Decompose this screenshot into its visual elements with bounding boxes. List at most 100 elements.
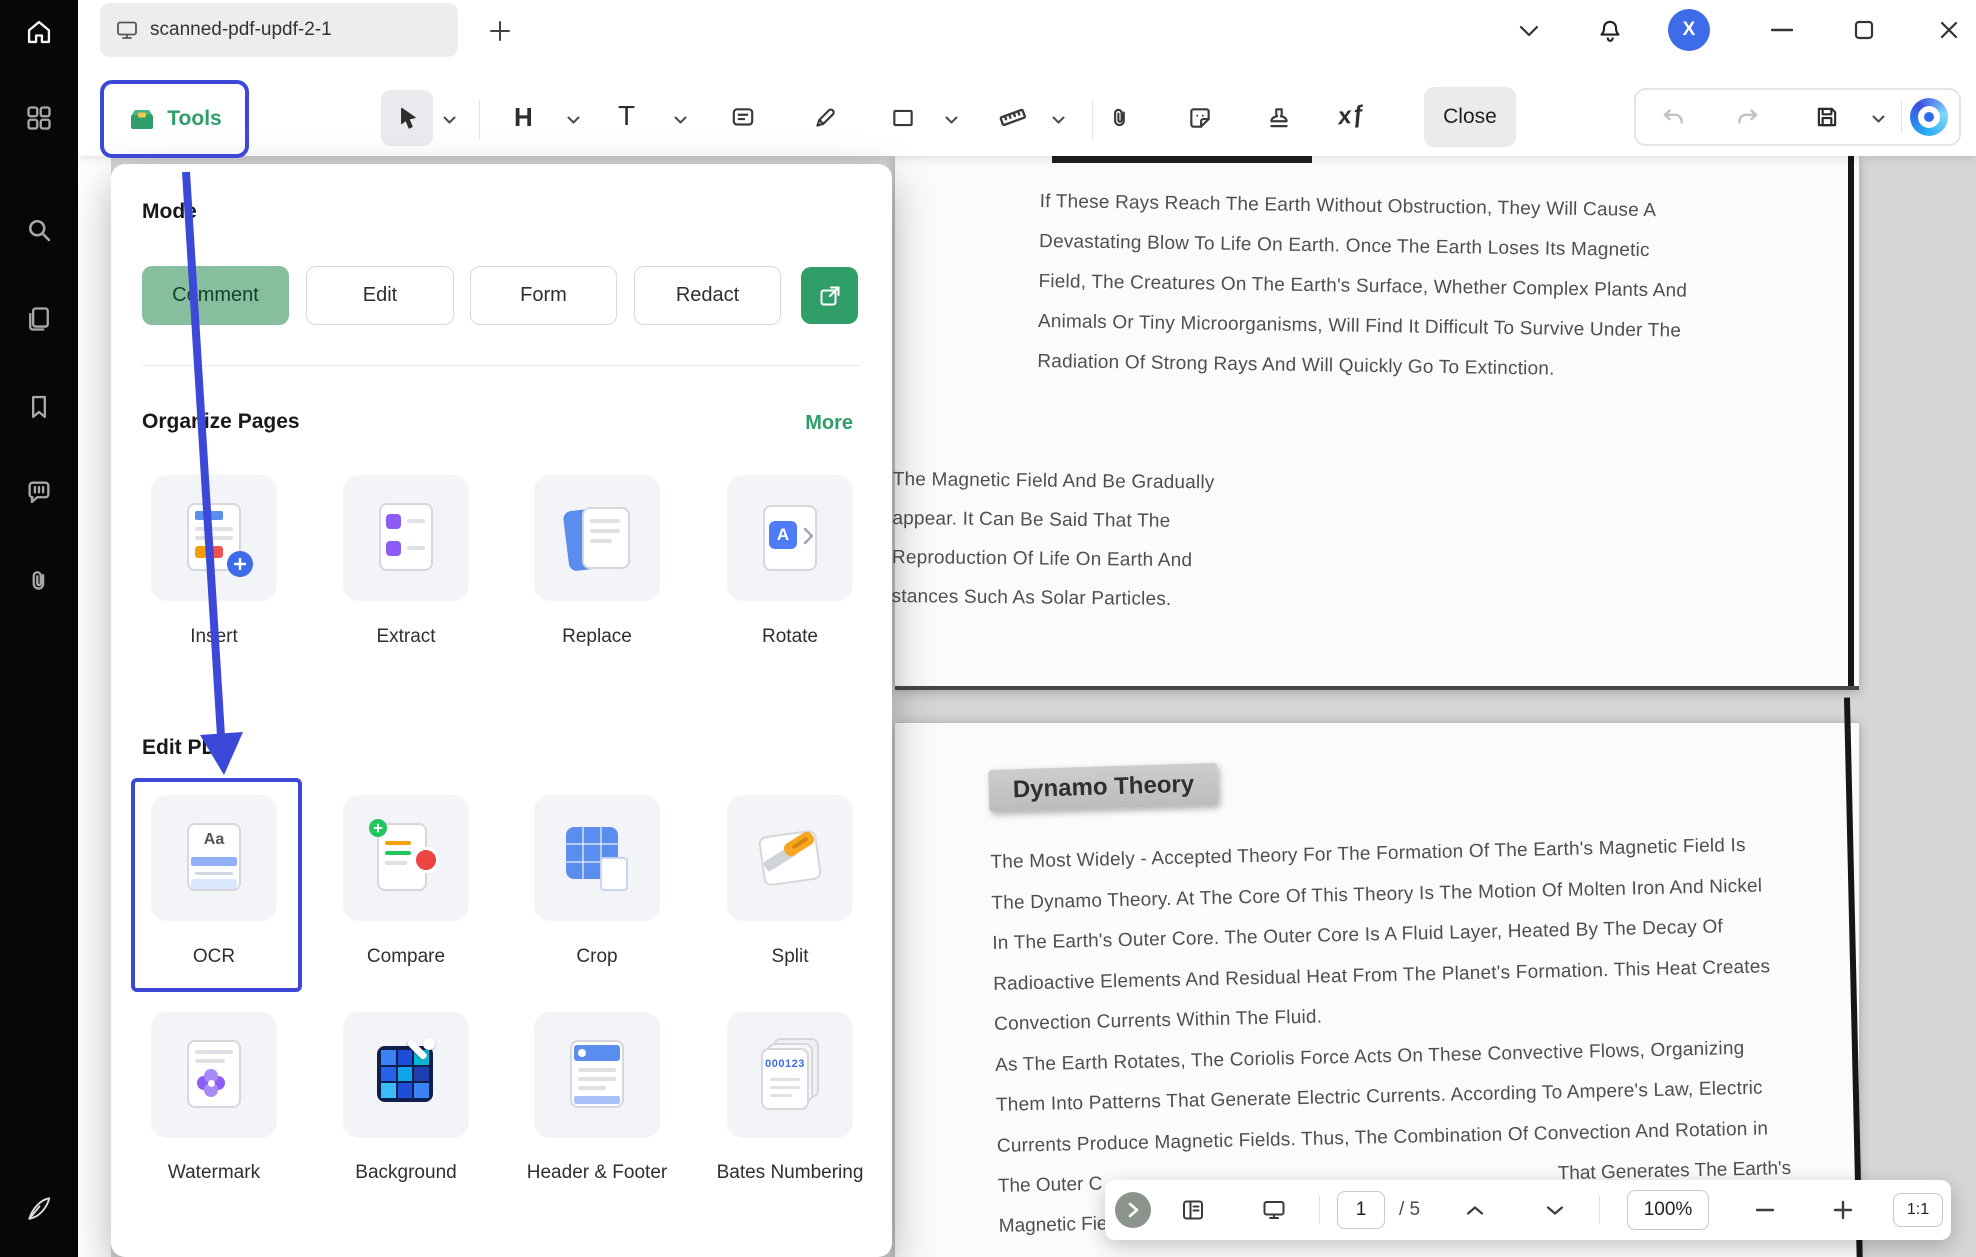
redo-icon <box>1734 104 1760 130</box>
edit-card-split[interactable] <box>727 795 853 921</box>
bates-numbering-icon: 000123 <box>751 1036 829 1114</box>
notifications-button[interactable] <box>1595 16 1625 46</box>
close-window-button[interactable] <box>1935 18 1963 42</box>
zoom-out-button[interactable] <box>1751 1200 1779 1220</box>
edit-card-compare-label: Compare <box>331 942 481 972</box>
select-tool-dropdown[interactable] <box>441 114 457 126</box>
highlight-tool-dropdown[interactable] <box>565 114 581 126</box>
next-page-button[interactable] <box>1541 1200 1569 1220</box>
expand-toolbar-button[interactable] <box>1115 1192 1151 1228</box>
sidebar-item-search[interactable] <box>0 202 78 258</box>
select-tool[interactable] <box>381 90 433 146</box>
chevron-down-icon <box>443 116 456 125</box>
chevron-down-icon <box>945 116 958 125</box>
compare-icon <box>367 819 445 897</box>
attachment-tool[interactable] <box>1105 103 1135 133</box>
actual-size-label: 1:1 <box>1907 1201 1929 1219</box>
comment-list-icon <box>25 478 53 506</box>
highlight-tool[interactable]: H <box>514 102 533 133</box>
home-icon <box>25 18 53 46</box>
tools-panel: Mode Comment Edit Form Redact Organize P… <box>111 164 892 1257</box>
save-dropdown[interactable] <box>1870 113 1886 125</box>
pencil-tool[interactable] <box>810 103 840 133</box>
text-comment-tool[interactable]: T <box>618 100 635 132</box>
left-gutter <box>78 156 111 1257</box>
sidebar-logo[interactable] <box>0 1180 78 1236</box>
text-tool-dropdown[interactable] <box>672 114 688 126</box>
ocr-sample-text: Aa <box>204 831 224 848</box>
organize-card-insert[interactable] <box>151 475 277 601</box>
edit-card-bates-numbering[interactable]: 000123 <box>727 1012 853 1138</box>
edit-card-header-footer-label: Header & Footer <box>522 1158 672 1188</box>
edit-card-watermark-label: Watermark <box>139 1158 289 1188</box>
mode-button-edit[interactable]: Edit <box>306 266 454 325</box>
tools-button[interactable]: Tools <box>106 86 243 152</box>
sidebar-item-bookmarks[interactable] <box>0 379 78 435</box>
edit-card-ocr[interactable]: Aa <box>151 795 277 921</box>
mode-button-redact[interactable]: Redact <box>634 266 781 325</box>
page-total-label: / 5 <box>1399 1180 1420 1240</box>
redo-button[interactable] <box>1732 102 1762 132</box>
sidebar-item-thumbnails[interactable] <box>0 291 78 347</box>
sidebar-item-attachments[interactable] <box>0 553 78 609</box>
organize-card-insert-label: Insert <box>139 622 289 652</box>
page-number-input[interactable]: 1 <box>1337 1191 1385 1229</box>
chevron-down-icon <box>567 116 580 125</box>
measure-tool[interactable] <box>997 102 1029 134</box>
monitor-icon <box>1262 1198 1286 1222</box>
document-tab[interactable]: scanned-pdf-updf-2-1 <box>100 3 458 57</box>
tools-icon <box>127 105 157 133</box>
ai-logo-dot <box>1924 112 1934 122</box>
zoom-level-box[interactable]: 100% <box>1627 1190 1709 1230</box>
sidebar-item-comments[interactable] <box>0 464 78 520</box>
save-button[interactable] <box>1812 102 1842 132</box>
minimize-button[interactable] <box>1767 18 1797 42</box>
edit-card-background-label: Background <box>331 1158 481 1188</box>
tab-title: scanned-pdf-updf-2-1 <box>150 19 332 41</box>
shapes-tool[interactable] <box>888 103 918 133</box>
organize-card-extract[interactable] <box>343 475 469 601</box>
edit-card-compare[interactable] <box>343 795 469 921</box>
actual-size-button[interactable]: 1:1 <box>1893 1193 1943 1227</box>
undo-button[interactable] <box>1659 102 1689 132</box>
measure-tool-dropdown[interactable] <box>1050 114 1066 126</box>
organize-card-replace[interactable] <box>534 475 660 601</box>
sidebar-item-home[interactable] <box>0 4 78 60</box>
thumbnail-view-button[interactable] <box>1179 1196 1207 1224</box>
previous-page-button[interactable] <box>1461 1200 1489 1220</box>
signature-tool[interactable]: xƒ <box>1337 101 1366 132</box>
paperclip-icon <box>25 567 53 595</box>
grid-icon <box>25 104 53 132</box>
edit-card-watermark[interactable] <box>151 1012 277 1138</box>
close-button-label: Close <box>1443 105 1497 129</box>
edit-card-crop[interactable] <box>534 795 660 921</box>
doc-text-line: The Magnetic Field And Be Gradually <box>893 460 1215 502</box>
page2-rotated-content: Dynamo Theory The Most Widely - Accepted… <box>892 703 1868 1257</box>
pdf-page-1: If These Rays Reach The Earth Without Ob… <box>895 156 1859 690</box>
tab-list-dropdown[interactable] <box>1515 22 1543 40</box>
replace-icon <box>558 499 636 577</box>
edit-card-background[interactable] <box>343 1012 469 1138</box>
panel-divider <box>142 365 861 366</box>
stamp-tool[interactable] <box>1264 103 1294 133</box>
mode-button-form[interactable]: Form <box>470 266 617 325</box>
zoom-in-button[interactable] <box>1829 1193 1857 1227</box>
organize-card-rotate[interactable]: A <box>727 475 853 601</box>
organize-more-link[interactable]: More <box>805 412 853 435</box>
close-tools-button[interactable]: Close <box>1424 87 1516 147</box>
mode-button-comment[interactable]: Comment <box>142 266 289 325</box>
avatar[interactable]: X <box>1668 9 1710 51</box>
quill-logo-icon <box>24 1193 54 1223</box>
sticky-note-tool[interactable] <box>728 103 758 133</box>
sidebar-item-apps[interactable] <box>0 90 78 146</box>
new-tab-button[interactable] <box>484 17 516 45</box>
sticker-tool[interactable] <box>1185 103 1215 133</box>
open-in-new-window-button[interactable] <box>801 267 858 324</box>
chevron-up-icon <box>1465 1205 1485 1216</box>
presentation-button[interactable] <box>1260 1196 1288 1224</box>
plus-icon <box>488 19 512 43</box>
ai-assistant-button[interactable] <box>1910 98 1948 136</box>
edit-card-header-footer[interactable] <box>534 1012 660 1138</box>
maximize-button[interactable] <box>1850 18 1878 42</box>
shapes-tool-dropdown[interactable] <box>943 114 959 126</box>
